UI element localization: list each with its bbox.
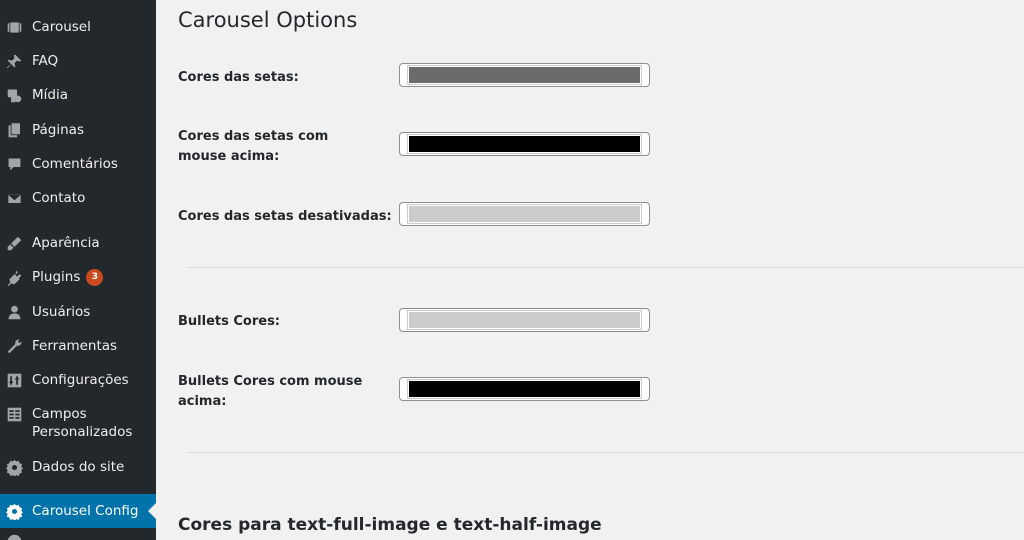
option-label-cores-das-setas-desativadas: Cores das setas desativadas: bbox=[178, 209, 392, 224]
color-picker-bullets-cores-hover[interactable] bbox=[399, 377, 650, 401]
pin-icon bbox=[5, 52, 23, 70]
color-swatch bbox=[408, 135, 641, 153]
color-picker-cores-das-setas-desativadas[interactable] bbox=[399, 202, 650, 226]
option-label-bullets-cores: Bullets Cores: bbox=[178, 314, 281, 329]
section-divider bbox=[186, 452, 1024, 453]
sidebar-item-ferramentas[interactable]: Ferramentas bbox=[0, 336, 156, 356]
sidebar-item-label: Plugins bbox=[32, 269, 81, 285]
sidebar-item-label: Campos bbox=[32, 406, 87, 422]
sidebar-item-configuracoes[interactable]: Configurações bbox=[0, 370, 156, 390]
color-picker-cores-das-setas[interactable] bbox=[399, 63, 650, 87]
pages-icon bbox=[5, 121, 23, 139]
sidebar-item-label: Comentários bbox=[32, 156, 118, 172]
color-swatch bbox=[408, 66, 641, 84]
wrench-icon bbox=[5, 337, 23, 355]
color-picker-bullets-cores[interactable] bbox=[399, 308, 650, 332]
brush-icon bbox=[5, 234, 23, 252]
current-page-indicator bbox=[148, 503, 156, 519]
sidebar-item-dados-do-site[interactable]: Dados do site bbox=[0, 457, 156, 477]
sidebar-item-plugins[interactable]: Plugins 3 bbox=[0, 267, 156, 287]
main-content: Carousel Options Cores das setas: Cores … bbox=[156, 0, 1024, 540]
sidebar-item-midia[interactable]: Mídia bbox=[0, 85, 156, 105]
gear-icon bbox=[5, 458, 23, 476]
sidebar-item-label: Mídia bbox=[32, 87, 68, 103]
section-heading: Cores para text-full-image e text-half-i… bbox=[178, 515, 602, 535]
sidebar-item-label: Configurações bbox=[32, 372, 129, 388]
collapse-icon bbox=[5, 532, 23, 540]
sidebar-item-aparencia[interactable]: Aparência bbox=[0, 233, 156, 253]
page-title: Carousel Options bbox=[178, 8, 358, 32]
color-swatch bbox=[408, 311, 641, 329]
sidebar-item-label: Aparência bbox=[32, 235, 100, 251]
option-label-cores-das-setas-hover: Cores das setas com mouse acima: bbox=[178, 129, 329, 164]
admin-sidebar: Carousel FAQ Mídia Páginas Comentários C… bbox=[0, 0, 156, 540]
color-picker-cores-das-setas-hover[interactable] bbox=[399, 132, 650, 156]
sidebar-item-usuarios[interactable]: Usuários bbox=[0, 302, 156, 322]
carousel-icon bbox=[5, 18, 23, 36]
sidebar-item-label: Usuários bbox=[32, 304, 91, 320]
comments-icon bbox=[5, 155, 23, 173]
gear-icon bbox=[5, 502, 23, 520]
sidebar-item-comentarios[interactable]: Comentários bbox=[0, 154, 156, 174]
sidebar-item-label: Personalizados bbox=[32, 424, 133, 440]
option-label-bullets-cores-hover: Bullets Cores com mouse acima: bbox=[178, 374, 363, 409]
sidebar-item-faq[interactable]: FAQ bbox=[0, 51, 156, 71]
sidebar-item-campos-personalizados[interactable]: Campos Personalizados bbox=[0, 404, 156, 442]
sidebar-item-label: Carousel Config bbox=[32, 503, 139, 519]
plugin-icon bbox=[5, 268, 23, 286]
sidebar-item-carousel-config[interactable]: Carousel Config bbox=[0, 494, 156, 528]
sidebar-item-label: Dados do site bbox=[32, 459, 125, 475]
media-icon bbox=[5, 86, 23, 104]
sidebar-item-label: Ferramentas bbox=[32, 338, 118, 354]
sidebar-item-label: FAQ bbox=[32, 53, 59, 69]
sidebar-item-contato[interactable]: Contato bbox=[0, 188, 156, 208]
user-icon bbox=[5, 303, 23, 321]
sidebar-item-paginas[interactable]: Páginas bbox=[0, 120, 156, 140]
sidebar-item-label: Carousel bbox=[32, 19, 91, 35]
section-divider bbox=[186, 267, 1024, 268]
mail-icon bbox=[5, 189, 23, 207]
sidebar-item-label: Páginas bbox=[32, 122, 84, 138]
fields-icon bbox=[5, 405, 23, 423]
sidebar-item-label: Contato bbox=[32, 190, 86, 206]
settings-icon bbox=[5, 371, 23, 389]
option-label-cores-das-setas: Cores das setas: bbox=[178, 70, 299, 85]
sidebar-item-carousel[interactable]: Carousel bbox=[0, 17, 156, 37]
color-swatch bbox=[408, 380, 641, 398]
color-swatch bbox=[408, 205, 641, 223]
sidebar-item-partial[interactable] bbox=[0, 532, 156, 540]
update-count-badge: 3 bbox=[86, 268, 104, 286]
